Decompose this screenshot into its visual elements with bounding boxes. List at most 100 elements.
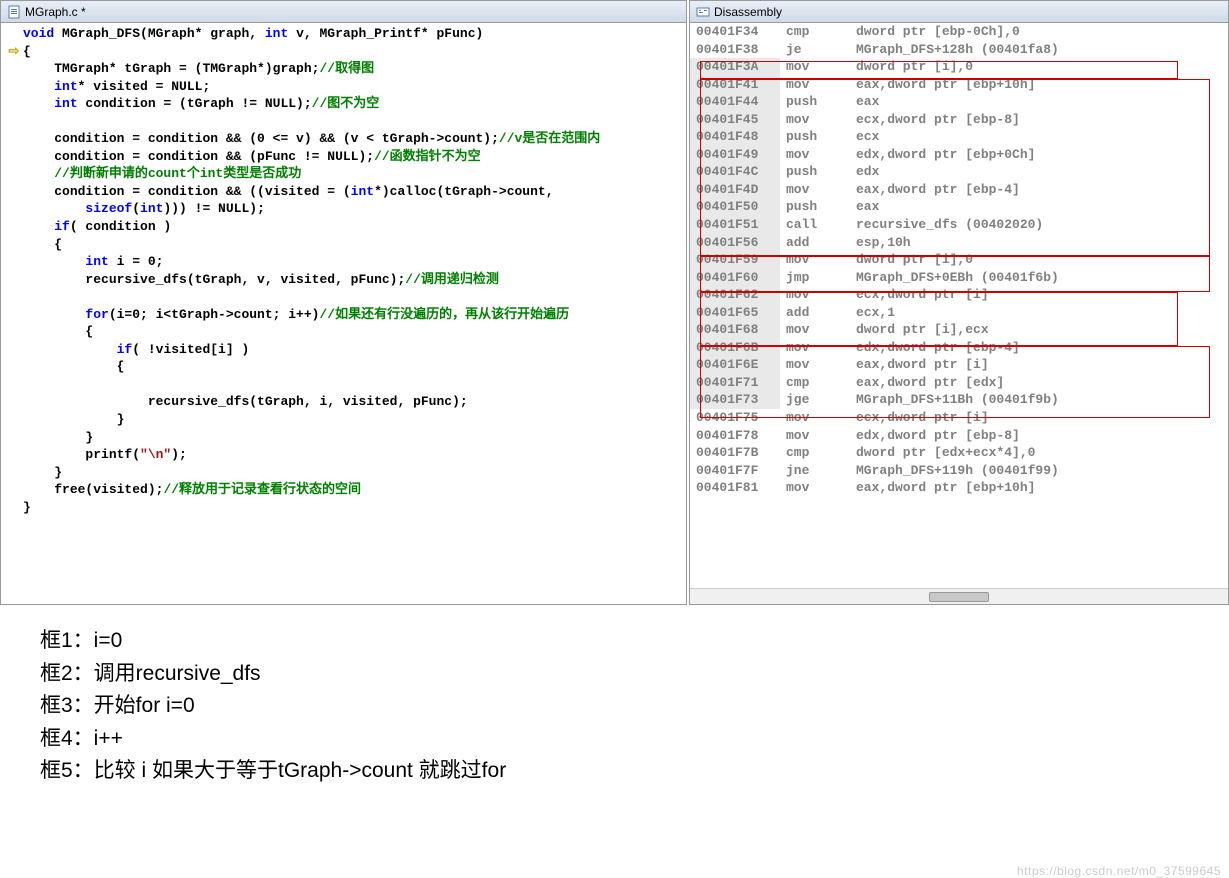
disasm-address: 00401F60 [690,269,780,287]
note-line: 框1：i=0 [40,625,1189,658]
disasm-row[interactable]: 00401F78movedx,dword ptr [ebp-8] [690,427,1228,445]
code-line: for(i=0; i<tGraph->count; i++)//如果还有行没遍历… [5,306,686,324]
execution-arrow-icon [5,200,23,218]
disasm-title-bar[interactable]: Disassembly [690,1,1228,23]
disasm-row[interactable]: 00401F38jeMGraph_DFS+128h (00401fa8) [690,41,1228,59]
disasm-operand: dword ptr [edx+ecx*4],0 [850,444,1228,462]
code-line: { [5,323,686,341]
disasm-row[interactable]: 00401F59movdword ptr [i],0 [690,251,1228,269]
disasm-operand: eax,dword ptr [ebp+10h] [850,479,1228,497]
code-line [5,113,686,131]
source-title: MGraph.c * [25,5,86,19]
disasm-row[interactable]: 00401F4Cpushedx [690,163,1228,181]
disasm-row[interactable]: 00401F81moveax,dword ptr [ebp+10h] [690,479,1228,497]
disasm-row[interactable]: 00401F44pusheax [690,93,1228,111]
disasm-operand: edx,dword ptr [ebp-8] [850,427,1228,445]
disasm-mnemonic: jmp [780,269,850,287]
source-pane: MGraph.c * void MGraph_DFS(MGraph* graph… [0,0,687,605]
disasm-mnemonic: add [780,234,850,252]
disasm-row[interactable]: 00401F48pushecx [690,128,1228,146]
horizontal-scrollbar[interactable] [690,588,1228,604]
disasm-mnemonic: mov [780,356,850,374]
disasm-address: 00401F44 [690,93,780,111]
disasm-address: 00401F65 [690,304,780,322]
file-icon [7,5,21,19]
disasm-address: 00401F59 [690,251,780,269]
disasm-row[interactable]: 00401F4Dmoveax,dword ptr [ebp-4] [690,181,1228,199]
disasm-operand: ecx,1 [850,304,1228,322]
code-line: } [5,429,686,447]
code-line [5,288,686,306]
execution-arrow-icon [5,464,23,482]
disasm-row[interactable]: 00401F6Bmovedx,dword ptr [ebp-4] [690,339,1228,357]
code-line: recursive_dfs(tGraph, v, visited, pFunc)… [5,271,686,289]
scroll-thumb[interactable] [929,592,989,602]
execution-arrow-icon [5,446,23,464]
disasm-row[interactable]: 00401F49movedx,dword ptr [ebp+0Ch] [690,146,1228,164]
code-line: { [5,358,686,376]
disasm-row[interactable]: 00401F3Amovdword ptr [i],0 [690,58,1228,76]
execution-arrow-icon [5,183,23,201]
disasm-mnemonic: mov [780,409,850,427]
disasm-row[interactable]: 00401F50pusheax [690,198,1228,216]
disasm-address: 00401F38 [690,41,780,59]
disasm-row[interactable]: 00401F68movdword ptr [i],ecx [690,321,1228,339]
execution-arrow-icon [5,411,23,429]
code-line: if( condition ) [5,218,686,236]
annotation-notes: 框1：i=0框2：调用recursive_dfs框3：开始for i=0框4：i… [0,605,1229,808]
execution-arrow-icon [5,306,23,324]
disasm-row[interactable]: 00401F45movecx,dword ptr [ebp-8] [690,111,1228,129]
disasm-mnemonic: mov [780,479,850,497]
disasm-mnemonic: mov [780,427,850,445]
note-line: 框4：i++ [40,723,1189,756]
execution-arrow-icon [5,236,23,254]
execution-arrow-icon [5,323,23,341]
disasm-address: 00401F45 [690,111,780,129]
code-line: } [5,499,686,517]
execution-arrow-icon [5,393,23,411]
disasm-row[interactable]: 00401F7Bcmpdword ptr [edx+ecx*4],0 [690,444,1228,462]
disasm-row[interactable]: 00401F73jgeMGraph_DFS+11Bh (00401f9b) [690,391,1228,409]
disasm-address: 00401F50 [690,198,780,216]
disasm-row[interactable]: 00401F71cmpeax,dword ptr [edx] [690,374,1228,392]
execution-arrow-icon: ⇨ [5,43,23,61]
execution-arrow-icon [5,218,23,236]
disasm-row[interactable]: 00401F34cmpdword ptr [ebp-0Ch],0 [690,23,1228,41]
disasm-address: 00401F41 [690,76,780,94]
disasm-pane: Disassembly 00401F34cmpdword ptr [ebp-0C… [689,0,1229,605]
disasm-mnemonic: mov [780,339,850,357]
source-code-area[interactable]: void MGraph_DFS(MGraph* graph, int v, MG… [1,23,686,604]
execution-arrow-icon [5,113,23,131]
disasm-row[interactable]: 00401F7FjneMGraph_DFS+119h (00401f99) [690,462,1228,480]
disasm-row[interactable]: 00401F51callrecursive_dfs (00402020) [690,216,1228,234]
execution-arrow-icon [5,253,23,271]
disasm-mnemonic: jge [780,391,850,409]
disasm-area[interactable]: 00401F34cmpdword ptr [ebp-0Ch],000401F38… [690,23,1228,588]
disasm-row[interactable]: 00401F6Emoveax,dword ptr [i] [690,356,1228,374]
code-line: TMGraph* tGraph = (TMGraph*)graph;//取得图 [5,60,686,78]
disasm-row[interactable]: 00401F41moveax,dword ptr [ebp+10h] [690,76,1228,94]
disasm-operand: ecx,dword ptr [i] [850,409,1228,427]
disasm-title: Disassembly [714,5,782,19]
execution-arrow-icon [5,25,23,43]
source-title-bar[interactable]: MGraph.c * [1,1,686,23]
disasm-address: 00401F73 [690,391,780,409]
disasm-mnemonic: mov [780,181,850,199]
disasm-address: 00401F4C [690,163,780,181]
disasm-row[interactable]: 00401F60jmpMGraph_DFS+0EBh (00401f6b) [690,269,1228,287]
disasm-row[interactable]: 00401F75movecx,dword ptr [i] [690,409,1228,427]
code-line: free(visited);//释放用于记录查看行状态的空间 [5,481,686,499]
execution-arrow-icon [5,499,23,517]
disasm-operand: eax [850,198,1228,216]
disasm-address: 00401F4D [690,181,780,199]
disasm-row[interactable]: 00401F65addecx,1 [690,304,1228,322]
disasm-address: 00401F34 [690,23,780,41]
disasm-address: 00401F48 [690,128,780,146]
disasm-row[interactable]: 00401F56addesp,10h [690,234,1228,252]
execution-arrow-icon [5,60,23,78]
disasm-row[interactable]: 00401F62movecx,dword ptr [i] [690,286,1228,304]
disasm-mnemonic: mov [780,146,850,164]
disasm-operand: ecx,dword ptr [ebp-8] [850,111,1228,129]
code-line: recursive_dfs(tGraph, i, visited, pFunc)… [5,393,686,411]
code-line: sizeof(int))) != NULL); [5,200,686,218]
